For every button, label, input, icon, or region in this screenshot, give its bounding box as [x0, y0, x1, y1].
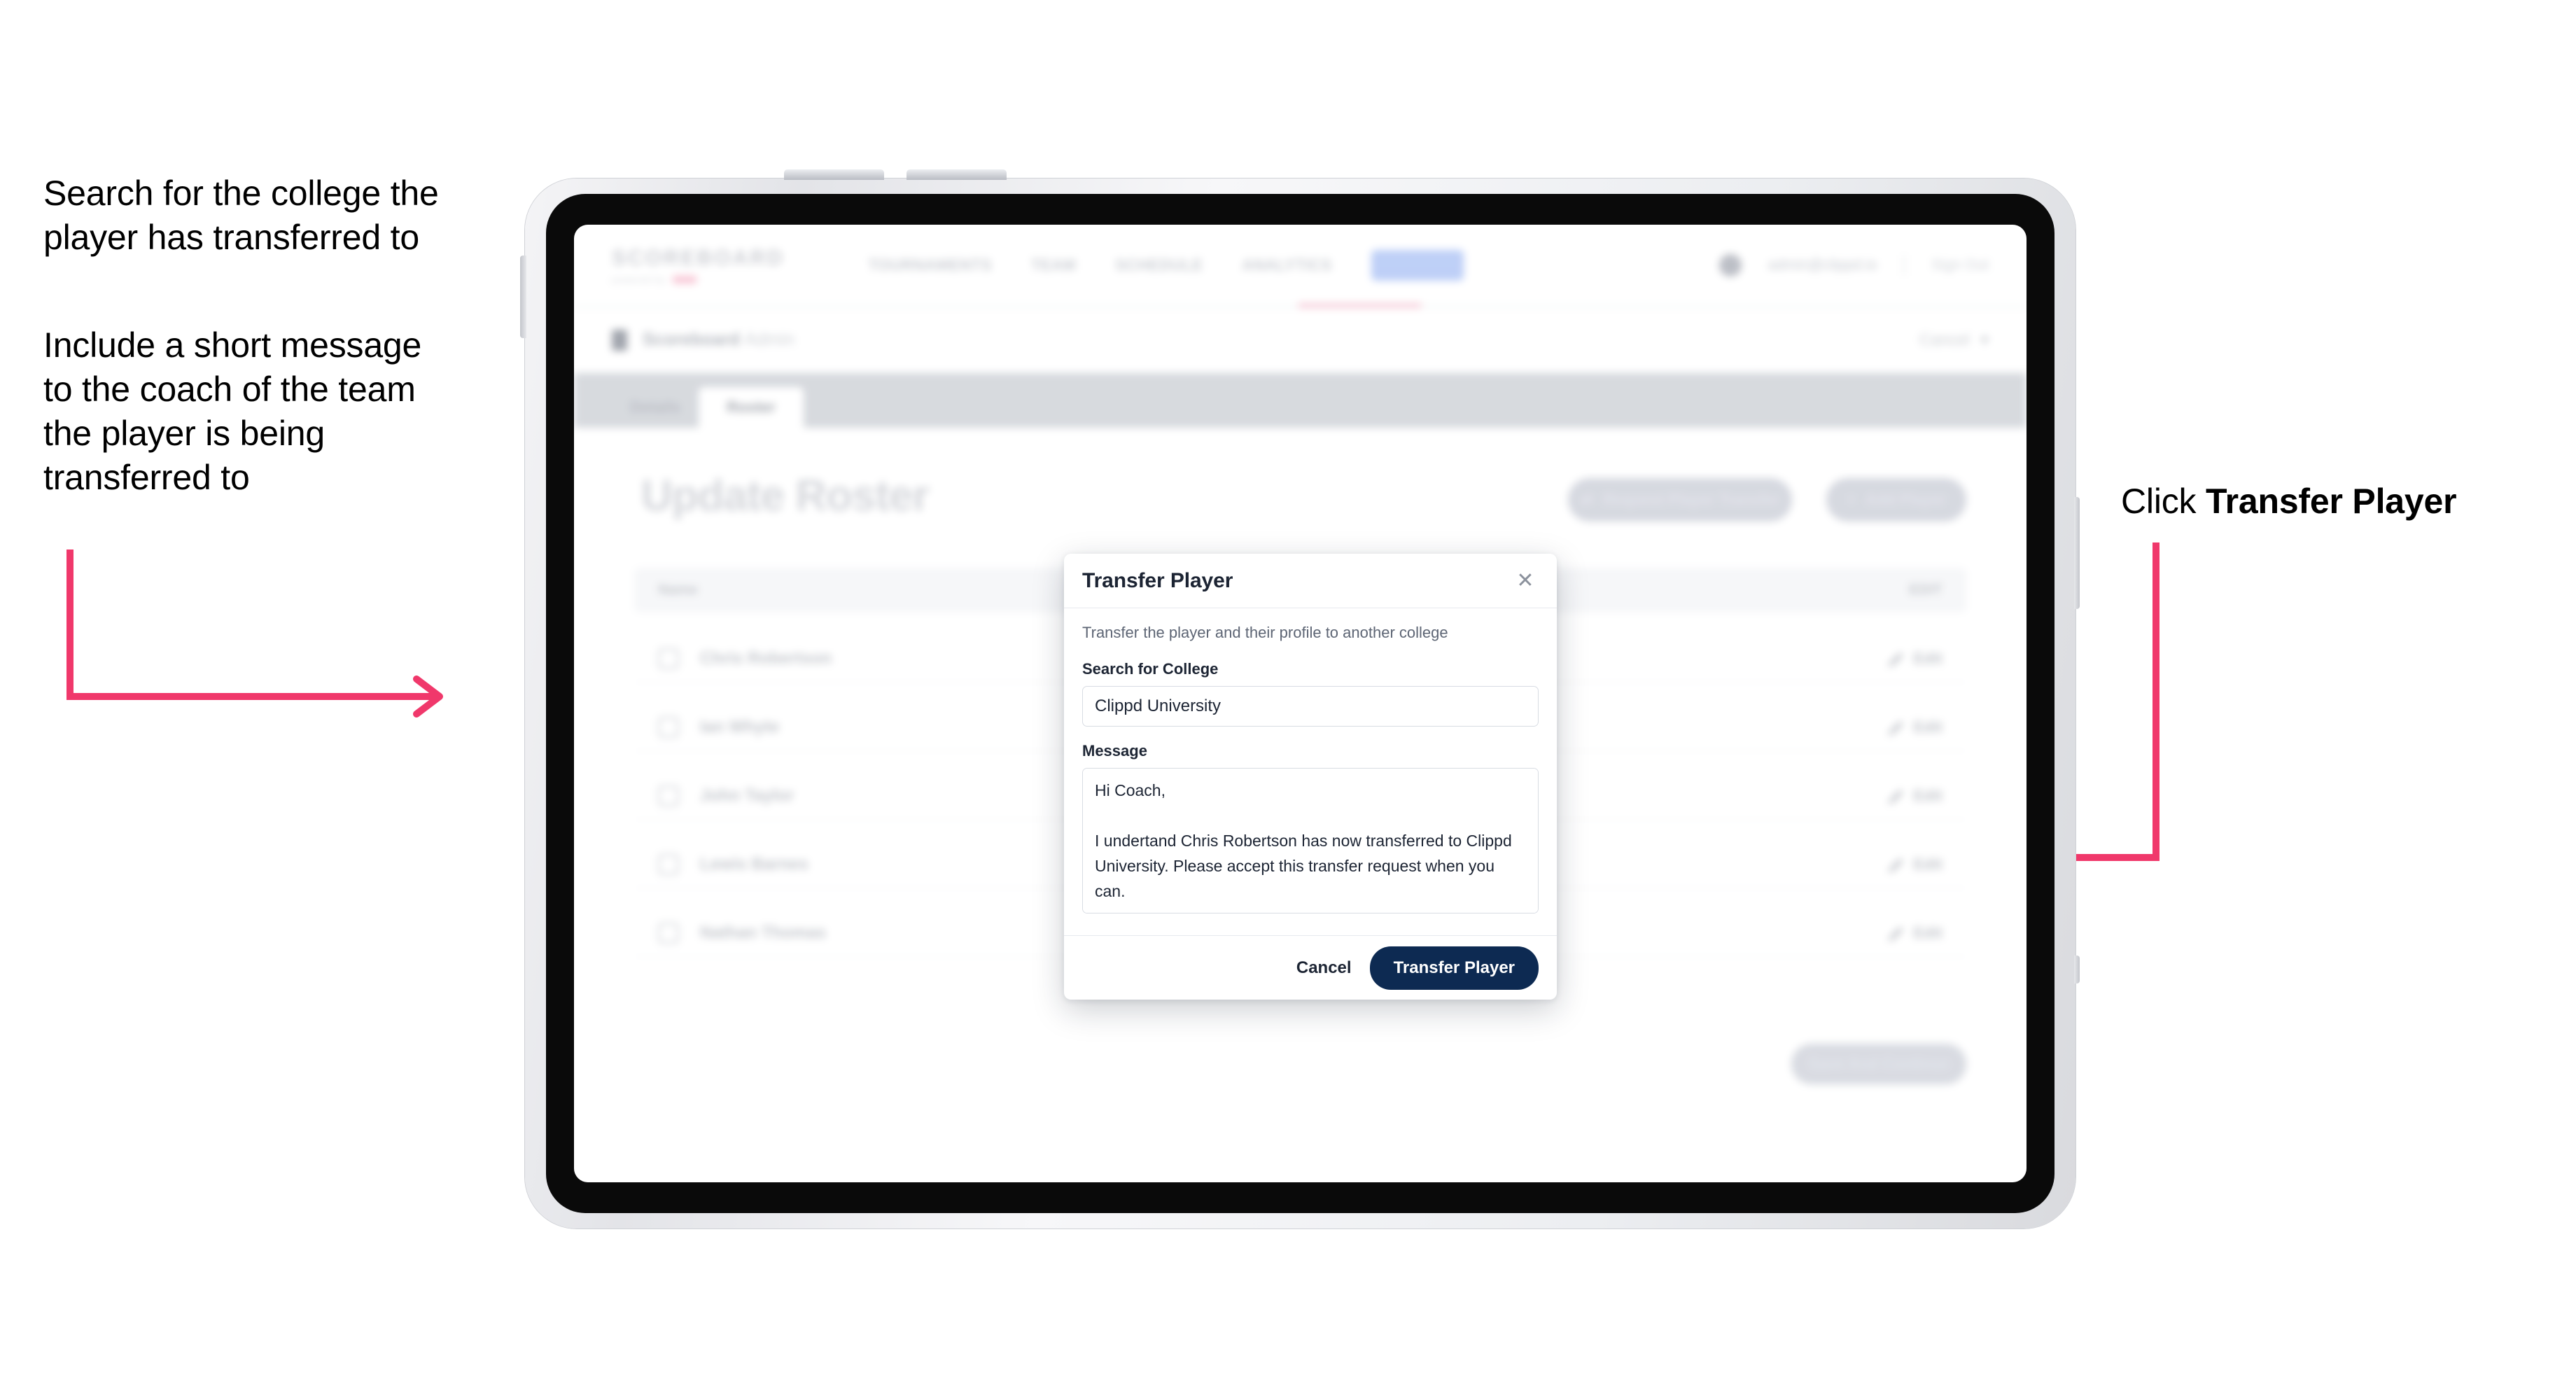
nav-divider	[1903, 255, 1905, 276]
save-and-continue-button[interactable]: Save And Continue	[1791, 1044, 1966, 1084]
edit-label: Edit	[1913, 718, 1942, 736]
breadcrumb: Scoreboard Admin	[643, 330, 794, 350]
column-header-edit: EDIT	[1909, 582, 1942, 598]
row-checkbox[interactable]	[658, 716, 679, 738]
nav-items: TOURNAMENTS TEAM SCHEDULE ANALYTICS ADMI…	[869, 250, 1464, 281]
breadcrumb-title: Scoreboard	[643, 330, 740, 349]
nav-item-admin[interactable]: ADMIN	[1371, 250, 1464, 281]
nav-user-email: admin@clippd.io	[1768, 257, 1877, 273]
close-icon[interactable]: ✕	[1512, 568, 1539, 594]
power-button[interactable]	[520, 255, 526, 338]
player-name: Lewis Barnes	[700, 854, 808, 874]
request-player-transfer-label: Request Player Transfer	[1603, 491, 1780, 508]
transfer-player-button[interactable]: Transfer Player	[1369, 946, 1539, 990]
player-name: John Taylor	[700, 785, 794, 805]
volume-down-button[interactable]	[906, 169, 1007, 180]
pencil-icon	[1887, 652, 1903, 667]
row-checkbox[interactable]	[658, 648, 679, 669]
device-screen: SCOREBOARD powered by TOURNAMENTS TEAM S…	[574, 225, 2026, 1182]
cancel-button[interactable]: Cancel	[1296, 958, 1352, 978]
side-button-upper[interactable]	[2074, 497, 2080, 609]
edit-label: Edit	[1913, 649, 1942, 667]
search-college-input[interactable]	[1082, 686, 1539, 727]
side-button-lower[interactable]	[2074, 955, 2080, 983]
scoreboard-icon	[612, 329, 627, 351]
breadcrumb-cancel[interactable]: Cancel	[1919, 330, 1970, 349]
row-edit-action[interactable]: Edit	[1887, 718, 1942, 736]
arrow-left	[66, 550, 443, 718]
modal-title: Transfer Player	[1082, 568, 1233, 592]
search-college-label: Search for College	[1082, 660, 1219, 678]
row-edit-action[interactable]: Edit	[1887, 650, 1942, 668]
row-edit-action[interactable]: Edit	[1887, 924, 1942, 942]
annotation-right-prefix: Click	[2121, 482, 2206, 521]
annotation-search-college: Search for the college the player has tr…	[43, 174, 439, 257]
nav-item-tournaments[interactable]: TOURNAMENTS	[869, 256, 992, 274]
screenshot-canvas: Search for the college the player has tr…	[0, 0, 2576, 1386]
add-player-label: Add Player	[1865, 491, 1946, 508]
pencil-icon	[1887, 927, 1903, 941]
player-name: Chris Robertson	[700, 648, 832, 668]
plus-icon: +	[1847, 491, 1856, 508]
breadcrumb-actions: Cancel ▾	[1919, 330, 1989, 349]
message-textarea[interactable]: Hi Coach, I undertand Chris Robertson ha…	[1082, 768, 1539, 913]
logo-wordmark: SCOREBOARD	[612, 246, 785, 270]
logo-powered-by: powered by	[612, 274, 666, 285]
row-checkbox[interactable]	[658, 853, 679, 875]
row-checkbox[interactable]	[658, 785, 679, 806]
modal-body: Transfer the player and their profile to…	[1064, 608, 1557, 935]
annotation-right-bold: Transfer Player	[2206, 482, 2457, 521]
edit-label: Edit	[1913, 786, 1942, 804]
page-title: Update Roster	[641, 472, 930, 520]
logo-subline: powered by	[612, 274, 785, 285]
avatar[interactable]	[1718, 254, 1742, 276]
message-label: Message	[1082, 742, 1147, 760]
player-name: Ian Whyte	[700, 717, 780, 736]
modal-description: Transfer the player and their profile to…	[1082, 624, 1448, 641]
tablet-device: SCOREBOARD powered by TOURNAMENTS TEAM S…	[520, 169, 2080, 1228]
row-edit-action[interactable]: Edit	[1887, 787, 1942, 805]
add-player-button[interactable]: + Add Player	[1826, 478, 1966, 522]
tab-roster[interactable]: Roster	[699, 387, 804, 428]
pencil-icon	[1887, 721, 1903, 736]
row-edit-action[interactable]: Edit	[1887, 855, 1942, 874]
nav-right-cluster: admin@clippd.io Sign Out	[1718, 254, 1989, 276]
pencil-icon	[1887, 858, 1903, 873]
transfer-icon: ⇄	[1580, 491, 1594, 508]
nav-item-analytics[interactable]: ANALYTICS	[1242, 256, 1331, 274]
row-checkbox[interactable]	[658, 922, 679, 944]
chevron-down-icon: ▾	[1980, 330, 1989, 349]
request-player-transfer-button[interactable]: ⇄ Request Player Transfer	[1568, 478, 1792, 522]
edit-label: Edit	[1913, 923, 1942, 941]
tab-details[interactable]: Details	[612, 387, 699, 428]
field-spacer	[1082, 727, 1539, 742]
player-name: Nathan Thomas	[700, 923, 827, 942]
annotation-include-message: Include a short message to the coach of …	[43, 326, 422, 497]
nav-item-schedule[interactable]: SCHEDULE	[1115, 256, 1203, 274]
save-and-continue-label: Save And Continue	[1808, 1055, 1949, 1072]
annotation-click-transfer: Click Transfer Player	[2121, 479, 2555, 524]
breadcrumb-subtitle: Admin	[744, 330, 794, 349]
nav-item-team[interactable]: TEAM	[1031, 256, 1076, 274]
modal-header: Transfer Player ✕	[1064, 554, 1557, 608]
transfer-player-modal: Transfer Player ✕ Transfer the player an…	[1064, 554, 1557, 1000]
app-navbar: SCOREBOARD powered by TOURNAMENTS TEAM S…	[574, 225, 2026, 307]
app-logo[interactable]: SCOREBOARD powered by	[612, 246, 785, 285]
volume-up-button[interactable]	[784, 169, 884, 180]
tab-strip: Details Roster	[574, 373, 2026, 428]
pencil-icon	[1887, 790, 1903, 804]
sign-out-link[interactable]: Sign Out	[1931, 257, 1989, 274]
device-bezel: SCOREBOARD powered by TOURNAMENTS TEAM S…	[546, 194, 2054, 1213]
breadcrumb-bar: Scoreboard Admin Cancel ▾	[574, 307, 2026, 373]
logo-clippd-mark	[673, 275, 697, 284]
column-header-name: Name	[658, 582, 699, 598]
modal-footer: Cancel Transfer Player	[1064, 935, 1557, 1000]
edit-label: Edit	[1913, 855, 1942, 873]
